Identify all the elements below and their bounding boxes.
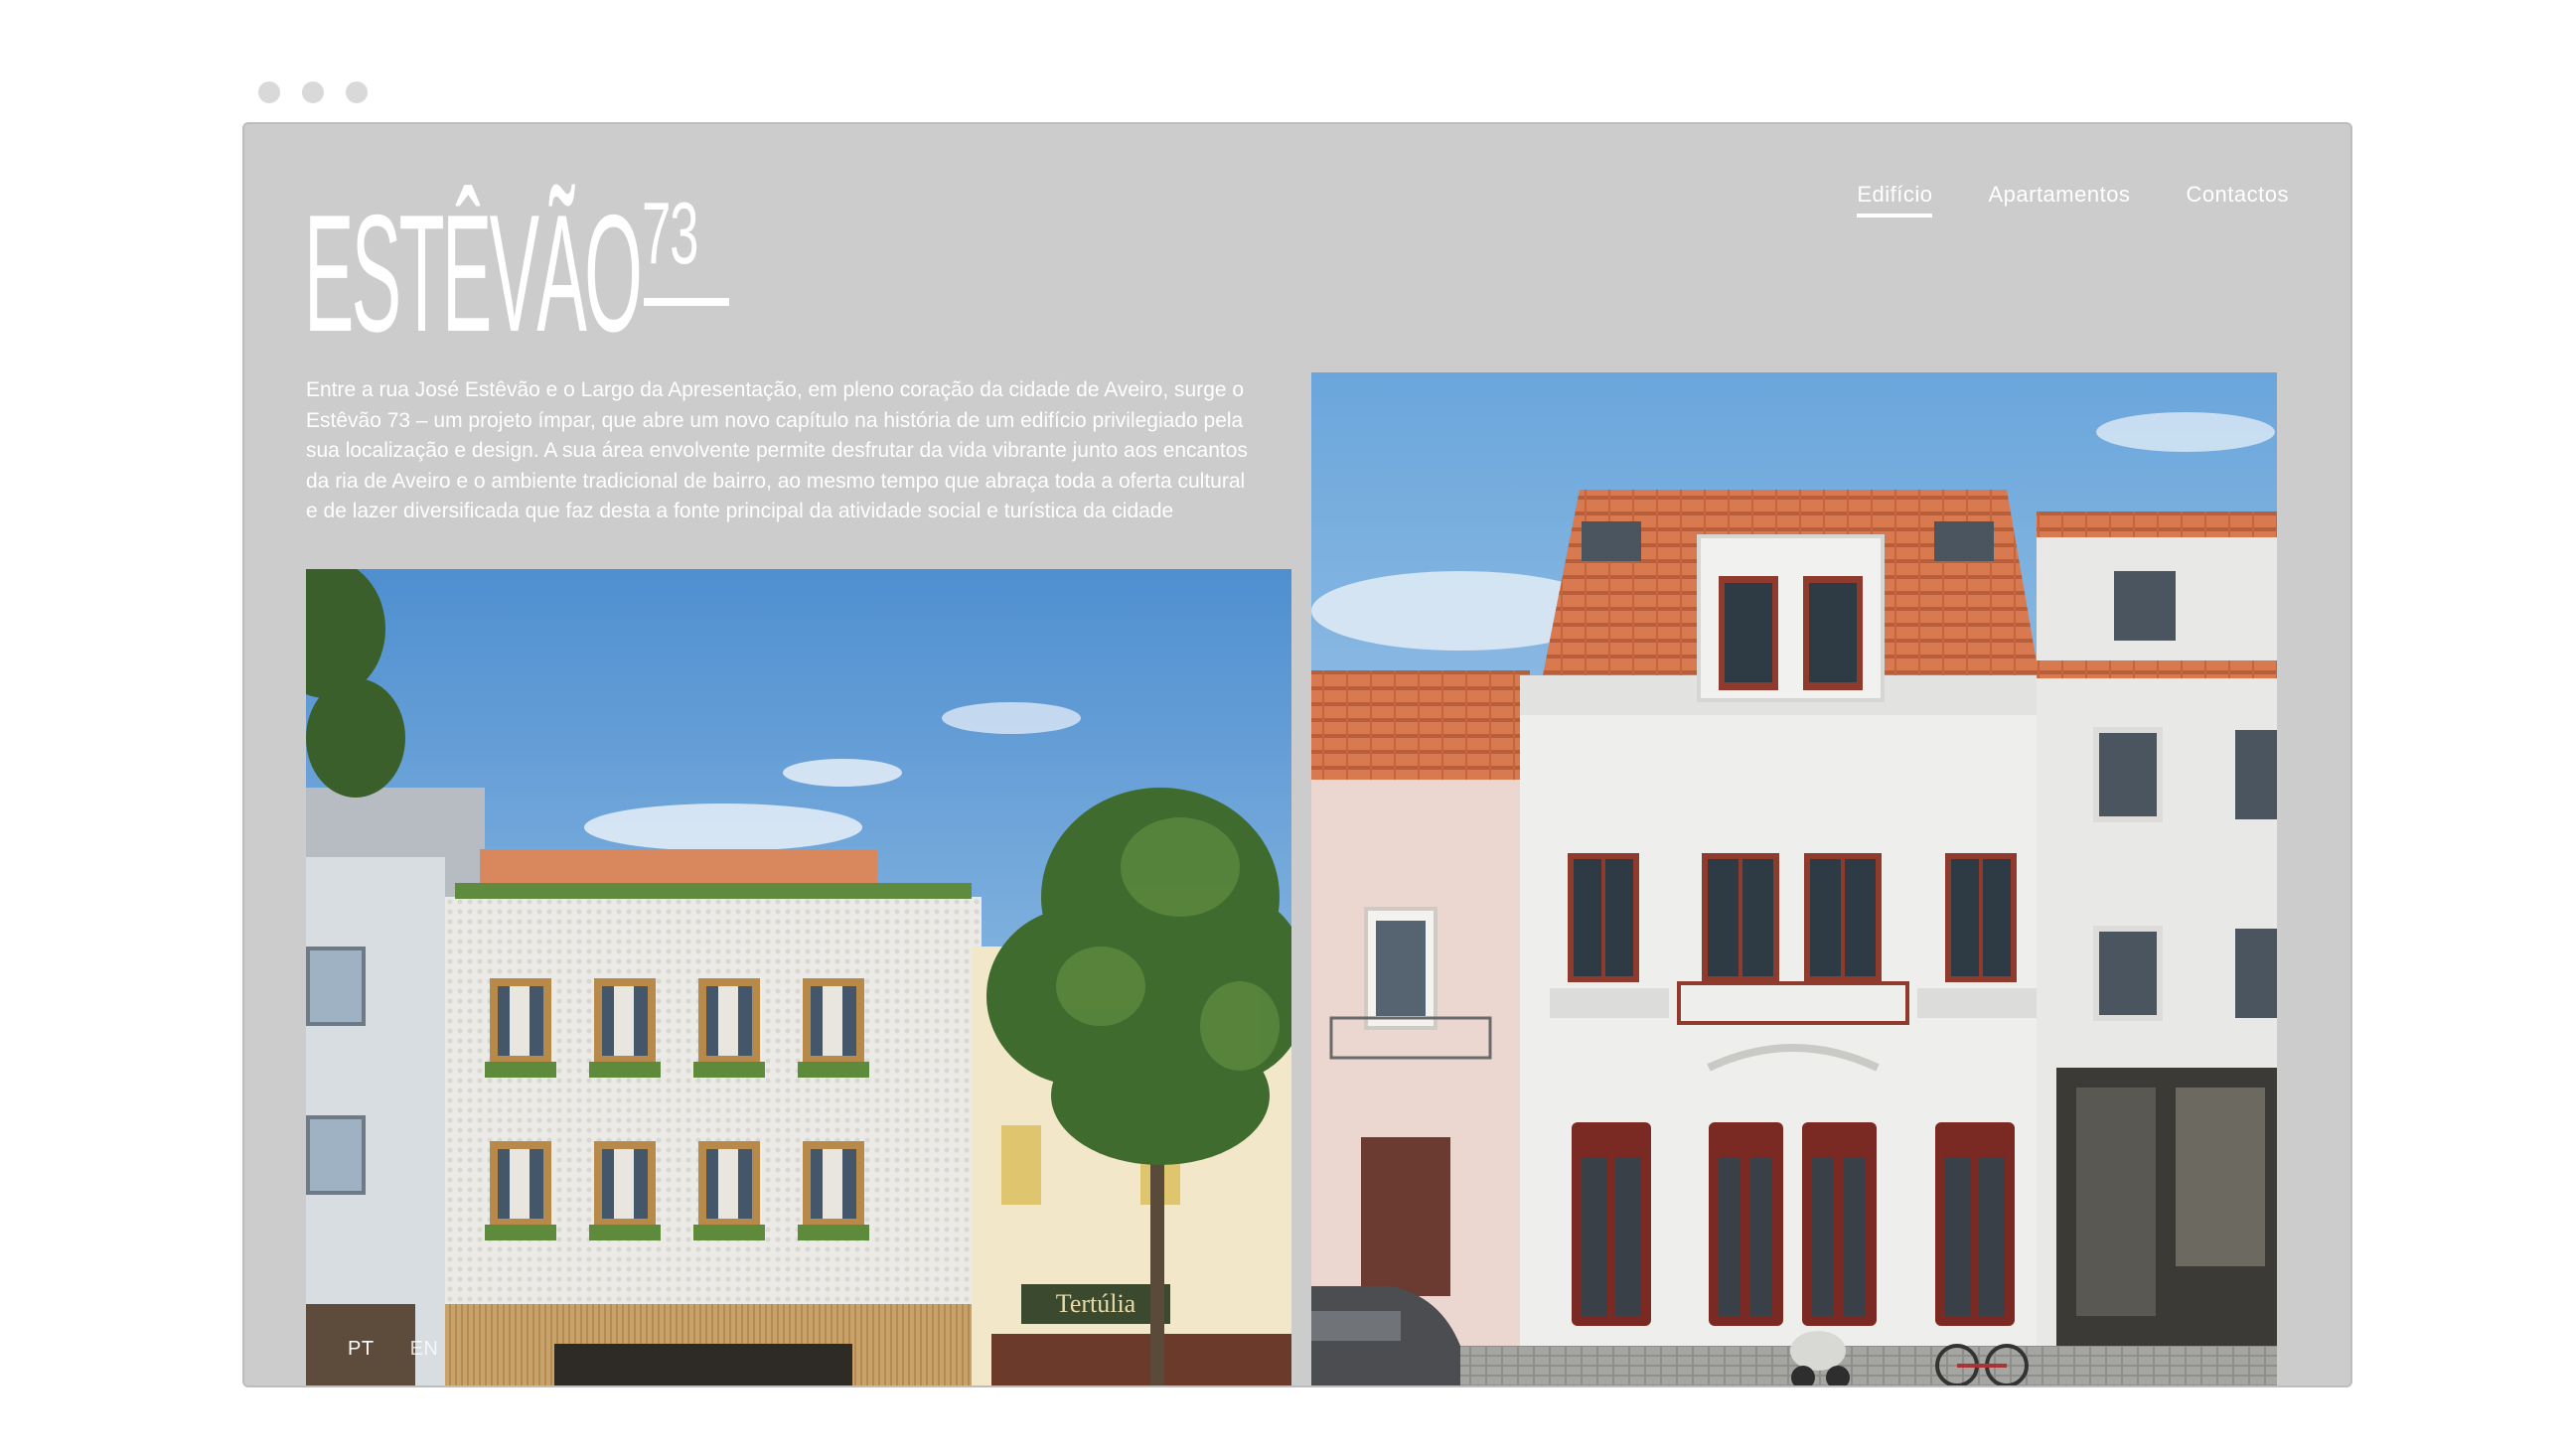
logo-underline xyxy=(644,298,729,306)
building-photo-facade-illustration xyxy=(1311,372,2277,1385)
lang-en-link[interactable]: EN xyxy=(410,1338,439,1361)
building-photo-front: Tertúlia xyxy=(306,569,1291,1385)
window-dot-icon xyxy=(346,81,368,103)
nav-link-edificio[interactable]: Edifício xyxy=(1857,182,1933,218)
main-nav: Edifício Apartamentos Contactos xyxy=(1857,182,2289,218)
logo-number: 73 xyxy=(642,184,699,282)
intro-paragraph: Entre a rua José Estêvão e o Largo da Ap… xyxy=(306,378,1248,522)
nav-link-apartamentos[interactable]: Apartamentos xyxy=(1988,182,2130,218)
nav-link-contactos[interactable]: Contactos xyxy=(2186,182,2289,218)
window-dot-icon xyxy=(258,81,280,103)
window-dot-icon xyxy=(302,81,324,103)
language-switcher: PT EN xyxy=(348,1338,438,1361)
building-photo-front-illustration: Tertúlia xyxy=(306,569,1291,1385)
logo-wordmark: ESTÊVÃO xyxy=(304,180,643,366)
building-photo-facade xyxy=(1311,372,2277,1385)
shop-sign-text: Tertúlia xyxy=(1056,1289,1136,1318)
browser-window-controls xyxy=(258,81,368,103)
browser-window: ESTÊVÃO 73 Edifício Apartamentos Contact… xyxy=(242,122,2352,1387)
lang-pt-link[interactable]: PT xyxy=(348,1338,375,1361)
site-logo[interactable]: ESTÊVÃO 73 xyxy=(304,179,741,367)
